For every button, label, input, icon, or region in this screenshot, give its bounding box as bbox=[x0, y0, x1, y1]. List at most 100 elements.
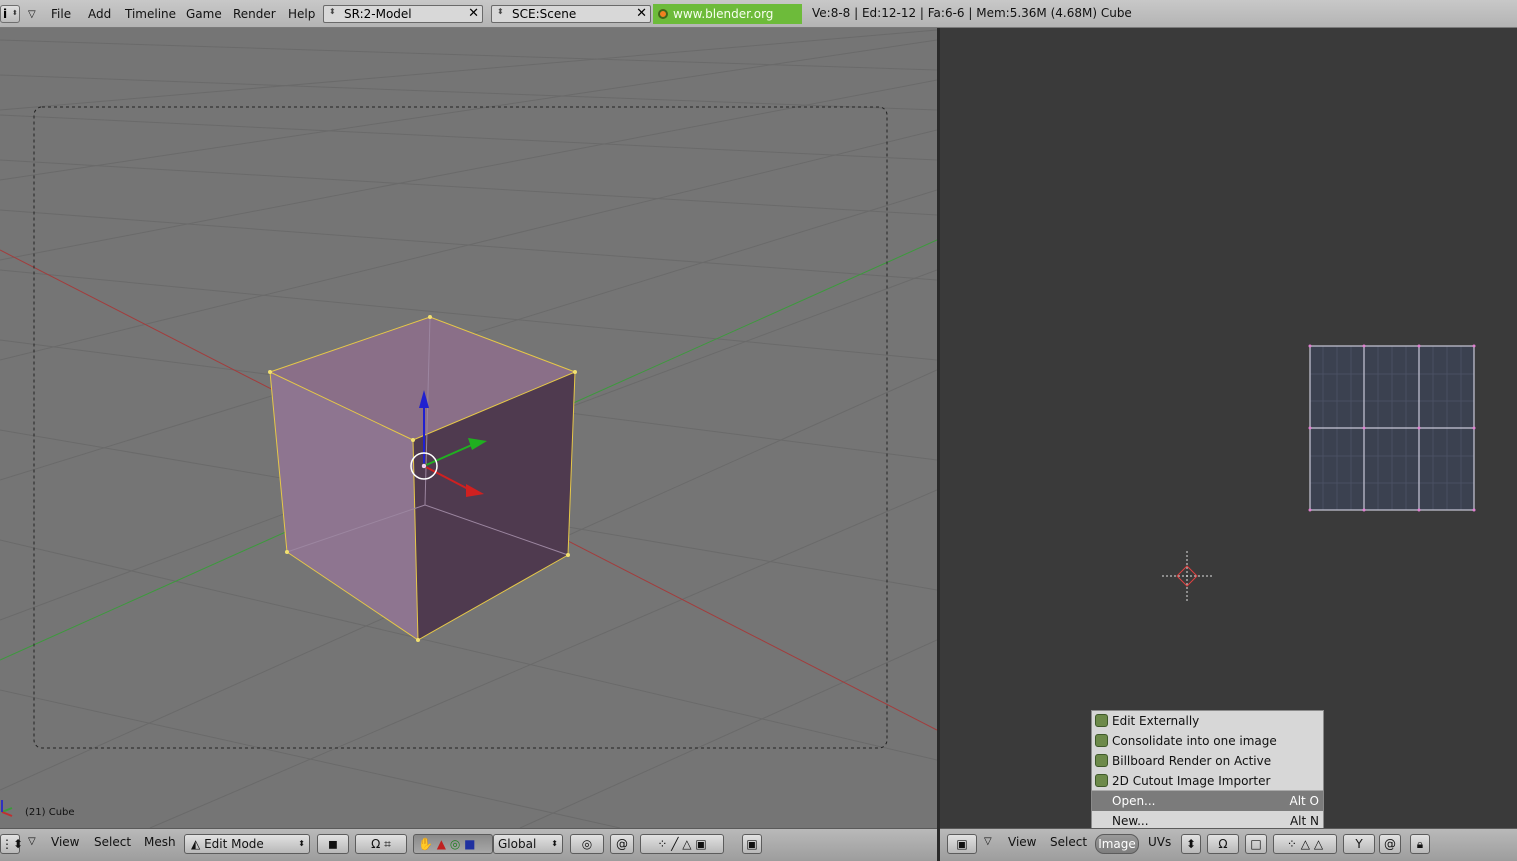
menu-uvs[interactable]: UVs bbox=[1148, 835, 1171, 849]
sync-button[interactable]: □ bbox=[1245, 834, 1267, 854]
magnet-icon: Ω ⌗ bbox=[371, 837, 391, 851]
active-object-label: (21) Cube bbox=[25, 807, 75, 818]
menu-item-edit-externally[interactable]: Edit Externally bbox=[1092, 711, 1323, 731]
draw-type-selector[interactable]: ◼ bbox=[317, 834, 349, 854]
menu-item-label: Edit Externally bbox=[1112, 714, 1200, 728]
rotate-icon: ◎ bbox=[449, 837, 461, 851]
scene-stats: Ve:8-8 | Ed:12-12 | Fa:6-6 | Mem:5.36M (… bbox=[812, 6, 1132, 20]
vertex-select-icon: ⁘ bbox=[657, 837, 668, 851]
uv-editor-header-bar: ▣ ▽ View Select Image UVs ⬍ Ω □ ⁘ △ △ Y … bbox=[940, 828, 1517, 861]
proportional-edit-selector[interactable]: ◎ bbox=[570, 834, 604, 854]
script-icon bbox=[1095, 714, 1108, 727]
edit-mode-icon: ◭ bbox=[191, 837, 201, 851]
y-branch-icon: Y bbox=[1355, 837, 1363, 851]
collapse-menu-icon[interactable]: ▽ bbox=[28, 7, 36, 23]
scene-name: SCE:Scene bbox=[512, 7, 577, 21]
pivot-selector[interactable]: Ω bbox=[1207, 834, 1239, 854]
image-editor-icon: ▣ bbox=[956, 837, 968, 851]
select-mode-buttons[interactable]: ⁘ ╱ △ ▣ bbox=[640, 834, 724, 854]
axis-widget bbox=[1, 800, 13, 817]
screen-name: SR:2-Model bbox=[344, 7, 412, 21]
uv-image-editor[interactable] bbox=[940, 28, 1517, 828]
occlude-icon: ▣ bbox=[695, 837, 707, 851]
spiral-icon: @ bbox=[616, 837, 628, 851]
menu-file[interactable]: File bbox=[51, 6, 71, 22]
hand-icon: ✋ bbox=[418, 837, 433, 851]
magnet-icon: Ω bbox=[1218, 837, 1228, 851]
screen-selector[interactable]: ⬍ SR:2-Model ✕ bbox=[323, 5, 483, 23]
uv-layout[interactable] bbox=[1308, 344, 1476, 512]
menu-item-billboard-render[interactable]: Billboard Render on Active bbox=[1092, 751, 1323, 771]
2d-cursor-icon[interactable] bbox=[1162, 551, 1212, 601]
editor-type-selector[interactable]: ▣ bbox=[947, 834, 977, 854]
info-icon: i bbox=[3, 7, 8, 21]
spiral-icon: @ bbox=[1384, 837, 1396, 851]
menu-item-label: Open... bbox=[1112, 794, 1156, 808]
solid-draw-icon: ◼ bbox=[328, 837, 338, 851]
layer-button[interactable]: @ bbox=[610, 834, 634, 854]
updown-arrows-icon: ⬍ bbox=[497, 7, 504, 16]
square-icon: □ bbox=[1250, 837, 1262, 851]
menu-game[interactable]: Game bbox=[186, 6, 222, 22]
updown-arrows-icon: ⬍ bbox=[1185, 837, 1197, 851]
menu-help[interactable]: Help bbox=[288, 6, 315, 22]
lock-icon: 🔒︎ bbox=[1416, 837, 1424, 851]
lock-button[interactable]: 🔒︎ bbox=[1410, 834, 1430, 854]
editor-type-selector[interactable]: ⋮⬍ bbox=[0, 834, 23, 854]
mode-label: Edit Mode bbox=[204, 837, 264, 851]
updown-arrows-icon: ⬍ bbox=[551, 839, 558, 848]
translate-icon: ▲ bbox=[436, 837, 447, 851]
image-icon: ▣ bbox=[746, 837, 758, 851]
target-icon: ◎ bbox=[581, 837, 593, 851]
blender-url-badge[interactable]: www.blender.org 249.2 bbox=[653, 4, 802, 41]
scene-selector[interactable]: ⬍ SCE:Scene ✕ bbox=[491, 5, 651, 23]
menu-item-label: Consolidate into one image bbox=[1112, 734, 1277, 748]
sticky-select-selector[interactable]: Y bbox=[1343, 834, 1375, 854]
menu-item-consolidate[interactable]: Consolidate into one image bbox=[1092, 731, 1323, 751]
vertex-select-icon: ⁘ bbox=[1286, 837, 1297, 851]
updown-arrows-icon: ⬍ bbox=[329, 7, 336, 16]
orientation-selector[interactable]: Global ⬍ bbox=[493, 834, 563, 854]
blender-logo-icon bbox=[658, 9, 668, 19]
uv-select-mode-buttons[interactable]: ⁘ △ △ bbox=[1273, 834, 1337, 854]
mode-selector[interactable]: ◭ Edit Mode ⬍ bbox=[184, 834, 310, 854]
menu-render[interactable]: Render bbox=[233, 6, 276, 22]
editor-type-selector[interactable]: i ⬍ bbox=[0, 5, 20, 23]
3d-viewport[interactable]: (21) Cube bbox=[0, 28, 937, 828]
image-browse-button[interactable]: ⬍ bbox=[1181, 834, 1201, 854]
menu-item-shortcut: Alt O bbox=[1289, 794, 1319, 808]
edge-select-icon: ╱ bbox=[671, 837, 679, 851]
menu-item-2d-cutout[interactable]: 2D Cutout Image Importer bbox=[1092, 771, 1323, 791]
script-icon bbox=[1095, 734, 1108, 747]
script-icon bbox=[1095, 754, 1108, 767]
scale-icon: ■ bbox=[464, 837, 476, 851]
face-select-icon: △ bbox=[1300, 837, 1311, 851]
close-icon[interactable]: ✕ bbox=[636, 6, 647, 21]
face-select-icon: △ bbox=[682, 837, 692, 851]
object-origin bbox=[421, 463, 427, 469]
manipulator-buttons[interactable]: ✋ ▲ ◎ ■ bbox=[413, 834, 493, 854]
close-icon[interactable]: ✕ bbox=[468, 6, 479, 21]
menu-timeline[interactable]: Timeline bbox=[125, 6, 176, 22]
collapse-menu-icon[interactable]: ▽ bbox=[984, 836, 992, 847]
pivot-and-snap-buttons[interactable]: Ω ⌗ bbox=[355, 834, 407, 854]
menu-view[interactable]: View bbox=[1008, 835, 1036, 849]
collapse-menu-icon[interactable]: ▽ bbox=[28, 836, 36, 847]
menu-image[interactable]: Image bbox=[1095, 834, 1139, 854]
menu-item-label: Billboard Render on Active bbox=[1112, 754, 1272, 768]
menu-select[interactable]: Select bbox=[94, 835, 131, 849]
menu-item-open[interactable]: Open... Alt O bbox=[1092, 791, 1323, 811]
3d-view-header: ⋮⬍ ▽ View Select Mesh ◭ Edit Mode ⬍ ◼ Ω … bbox=[0, 828, 937, 861]
viewport-canvas bbox=[0, 29, 937, 828]
script-icon bbox=[1095, 774, 1108, 787]
render-preview-button[interactable]: ▣ bbox=[742, 834, 762, 854]
menu-mesh[interactable]: Mesh bbox=[144, 835, 176, 849]
proportional-button[interactable]: @ bbox=[1379, 834, 1401, 854]
menu-view[interactable]: View bbox=[51, 835, 79, 849]
menu-add[interactable]: Add bbox=[88, 6, 111, 22]
orientation-label: Global bbox=[498, 837, 537, 851]
menu-item-label: 2D Cutout Image Importer bbox=[1112, 774, 1271, 788]
menu-select[interactable]: Select bbox=[1050, 835, 1087, 849]
image-menu-dropdown: Edit Externally Consolidate into one ima… bbox=[1091, 710, 1324, 830]
updown-arrows-icon: ⬍ bbox=[298, 839, 305, 848]
